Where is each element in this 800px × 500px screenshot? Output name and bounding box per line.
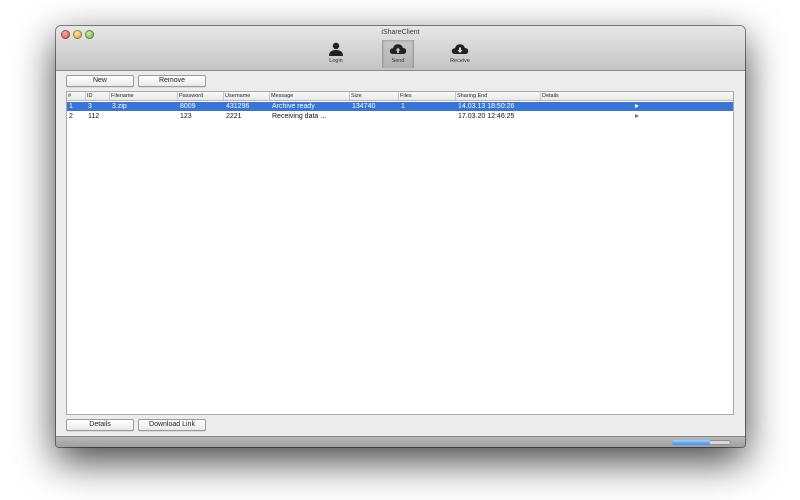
cell-username: 2221: [226, 113, 242, 120]
column-header-filename[interactable]: Filename: [110, 92, 178, 100]
cloud-upload-icon: [389, 44, 407, 54]
column-header-number[interactable]: #: [67, 92, 86, 100]
cell-filename: 3.zip: [112, 103, 127, 110]
toolbar-send[interactable]: Send: [382, 40, 414, 68]
table-row[interactable]: 1 3 3.zip 8009 431296 Archive ready 1347…: [67, 102, 733, 111]
progress-bar: [672, 440, 731, 445]
column-header-message[interactable]: Message: [270, 92, 350, 100]
toolbar-login[interactable]: Login: [321, 40, 351, 68]
cell-sharing-end: 14.03.13 18:50:26: [458, 103, 515, 110]
cell-message: Archive ready: [272, 103, 315, 110]
download-link-button[interactable]: Download Link: [138, 419, 206, 431]
details-button[interactable]: Details: [66, 419, 134, 431]
status-bar: [56, 436, 745, 447]
cell-id: 112: [88, 113, 100, 120]
column-header-id[interactable]: ID: [86, 92, 110, 100]
person-icon: [329, 42, 343, 56]
cell-files: 1: [401, 103, 405, 110]
column-header-files[interactable]: Files: [399, 92, 456, 100]
cell-password: 8009: [180, 103, 196, 110]
cell-sharing-end: 17.03.20 12:46:25: [458, 113, 515, 120]
app-window: iShareClient Login Send Receive New Remo…: [56, 26, 745, 447]
window-title: iShareClient: [381, 29, 420, 36]
cloud-download-icon: [451, 44, 469, 54]
table-row[interactable]: 2 112 123 2221 Receiving data ... 17.03.…: [67, 112, 733, 121]
column-header-size[interactable]: Size: [350, 92, 399, 100]
toolbar-login-label: Login: [329, 58, 343, 64]
cell-id: 3: [88, 103, 92, 110]
table-header: # ID Filename Password Username Message …: [67, 92, 733, 101]
cell-password: 123: [180, 113, 192, 120]
title-bar: iShareClient Login Send Receive: [56, 26, 745, 71]
column-header-username[interactable]: Username: [224, 92, 270, 100]
new-button[interactable]: New: [66, 75, 134, 87]
cell-message: Receiving data ...: [272, 113, 327, 120]
toolbar-receive[interactable]: Receive: [445, 40, 475, 68]
details-disclosure-icon[interactable]: [635, 114, 639, 118]
details-disclosure-icon[interactable]: [635, 104, 639, 108]
cell-size: 134740: [352, 103, 376, 110]
toolbar-receive-label: Receive: [450, 58, 470, 64]
toolbar-send-label: Send: [391, 58, 405, 64]
cell-number: 2: [69, 113, 73, 120]
column-header-details[interactable]: Details: [541, 92, 733, 100]
cell-number: 1: [69, 103, 73, 110]
shares-table: # ID Filename Password Username Message …: [66, 91, 734, 415]
column-header-sharing-end[interactable]: Sharing End: [456, 92, 541, 100]
remove-button[interactable]: Remove: [138, 75, 206, 87]
progress-fill: [672, 440, 711, 445]
column-header-password[interactable]: Password: [178, 92, 224, 100]
cell-username: 431296: [226, 103, 250, 110]
